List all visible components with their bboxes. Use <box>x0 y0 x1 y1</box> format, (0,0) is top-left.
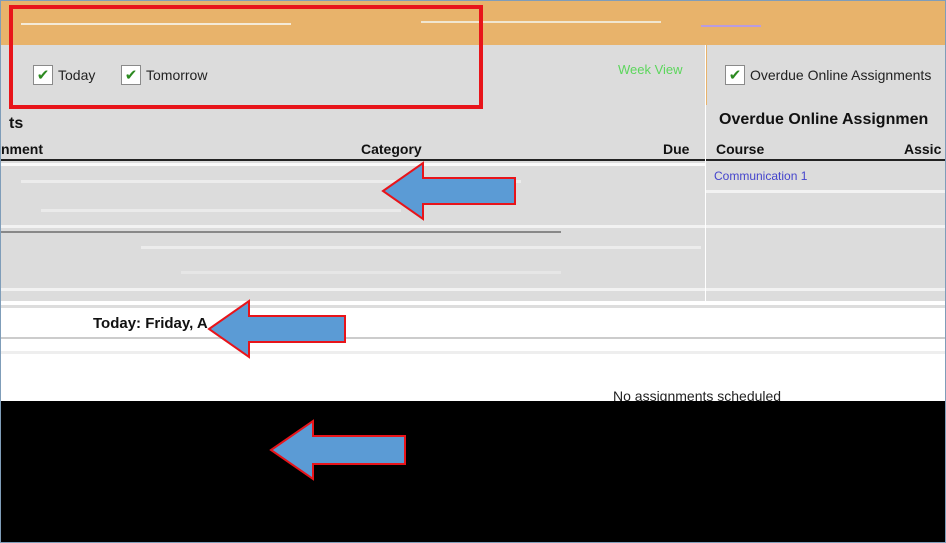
overdue-checkbox[interactable]: ✔ Overdue Online Assignments <box>725 65 931 85</box>
course-link[interactable]: Communication 1 <box>714 169 807 183</box>
panel-heading: ts <box>9 115 24 132</box>
column-assignment: Assic <box>904 141 942 157</box>
callout-arrow-1 <box>381 161 516 221</box>
column-due: Due <box>663 141 690 157</box>
blank-area <box>1 401 945 542</box>
column-category: Category <box>361 141 422 157</box>
week-view-link[interactable]: Week View <box>618 62 683 77</box>
overdue-filter-bar: ✔ Overdue Online Assignments <box>706 45 945 105</box>
overdue-label: Overdue Online Assignments <box>750 67 932 83</box>
highlight-box <box>9 5 483 109</box>
overdue-heading: Overdue Online Assignmen <box>719 111 929 128</box>
callout-arrow-2 <box>207 299 346 359</box>
overdue-panel: Overdue Online Assignmen Course Assic Co… <box>706 105 945 301</box>
column-course: Course <box>716 141 765 157</box>
column-assignment: nment <box>1 141 43 157</box>
today-heading: Today: Friday, A <box>93 315 208 332</box>
callout-arrow-3 <box>269 419 406 481</box>
app-frame: ✔ Today ✔ Tomorrow Week View ✔ Overdue O… <box>0 0 946 543</box>
assignments-panel: ts nment Category Due <box>1 105 705 301</box>
checkmark-icon: ✔ <box>725 65 745 85</box>
